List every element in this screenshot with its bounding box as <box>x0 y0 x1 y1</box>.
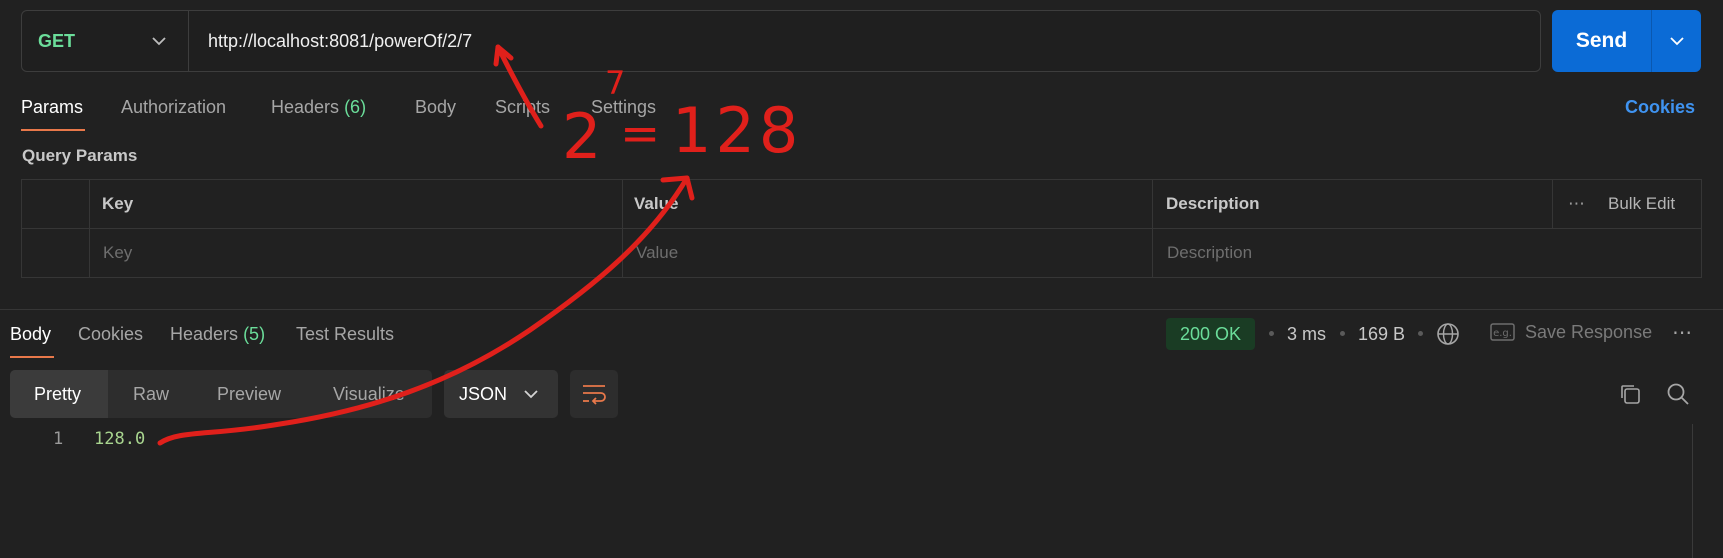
query-params-title: Query Params <box>22 146 138 165</box>
description-input[interactable]: Description <box>1167 243 1252 263</box>
response-tab-body[interactable]: Body <box>10 324 51 345</box>
line-number: 1 <box>53 429 64 449</box>
handwritten-annotation: 2 7 = 128 <box>157 44 802 446</box>
scrollbar[interactable] <box>1692 424 1693 558</box>
separator-dot <box>1418 331 1423 336</box>
response-tab-headers-label: Headers <box>170 324 239 344</box>
tab-headers[interactable]: Headers (6) <box>271 97 366 118</box>
send-options-button[interactable] <box>1652 10 1701 72</box>
response-tab-test-results[interactable]: Test Results <box>296 324 394 345</box>
method-label: GET <box>38 30 76 51</box>
copy-icon[interactable] <box>1619 383 1641 405</box>
tab-scripts[interactable]: Scripts <box>495 97 550 118</box>
search-icon[interactable] <box>1666 382 1690 406</box>
cookies-link[interactable]: Cookies <box>1625 97 1695 118</box>
request-bar: GET <box>21 10 1541 72</box>
query-params-table: Key Value Description ⋯ Bulk Edit Key Va… <box>21 179 1702 278</box>
response-size: 169 B <box>1358 324 1406 344</box>
globe-icon[interactable] <box>1436 322 1460 346</box>
response-value: 128.0 <box>94 429 146 449</box>
chevron-down-icon <box>1669 36 1684 45</box>
response-time: 3 ms <box>1287 324 1327 344</box>
tab-body[interactable]: Body <box>415 97 456 118</box>
column-header-description: Description <box>1166 194 1260 213</box>
view-pretty[interactable]: Pretty <box>34 384 81 405</box>
status-badge: 200 OK <box>1166 318 1255 350</box>
method-select[interactable]: GET <box>22 11 189 71</box>
view-preview[interactable]: Preview <box>217 384 281 405</box>
more-options-icon[interactable]: ⋯ <box>1672 320 1692 345</box>
bulk-edit-button[interactable]: Bulk Edit <box>1608 194 1675 214</box>
svg-text:e.g.: e.g. <box>1493 328 1512 339</box>
view-visualize[interactable]: Visualize <box>333 384 405 405</box>
active-tab-underline <box>21 129 85 131</box>
column-divider <box>1552 180 1553 228</box>
chevron-down-icon <box>524 389 538 398</box>
active-tab-underline <box>10 356 54 358</box>
tab-settings[interactable]: Settings <box>591 97 656 118</box>
response-tab-headers[interactable]: Headers (5) <box>170 324 265 345</box>
panel-divider <box>0 309 1723 310</box>
chevron-down-icon <box>152 36 166 45</box>
separator-dot <box>1340 331 1345 336</box>
table-header-row: Key Value Description ⋯ Bulk Edit <box>22 180 1701 229</box>
tab-headers-label: Headers <box>271 97 340 117</box>
table-row: Key Value Description <box>22 229 1701 278</box>
format-select[interactable]: JSON <box>444 370 558 418</box>
response-headers-count: (5) <box>243 324 266 344</box>
wrap-lines-button[interactable] <box>570 370 618 418</box>
tab-params[interactable]: Params <box>21 97 83 118</box>
save-response-button[interactable]: Save Response <box>1525 322 1652 343</box>
headers-count: (6) <box>344 97 367 117</box>
key-input[interactable]: Key <box>103 243 132 263</box>
view-raw[interactable]: Raw <box>133 384 169 405</box>
url-input[interactable] <box>189 11 1540 71</box>
wrap-text-icon <box>583 385 606 405</box>
column-header-value: Value <box>634 194 679 213</box>
send-button-group: Send <box>1552 10 1701 72</box>
example-icon: e.g. <box>1490 323 1515 341</box>
response-tab-cookies[interactable]: Cookies <box>78 324 143 345</box>
tab-authorization[interactable]: Authorization <box>121 97 226 118</box>
format-label: JSON <box>459 383 508 404</box>
annotation-result: 128 <box>672 94 802 167</box>
value-input[interactable]: Value <box>636 243 678 263</box>
send-button[interactable]: Send <box>1552 10 1652 72</box>
separator-dot <box>1269 331 1274 336</box>
more-options-icon[interactable]: ⋯ <box>1568 194 1585 214</box>
column-header-key: Key <box>102 194 134 213</box>
